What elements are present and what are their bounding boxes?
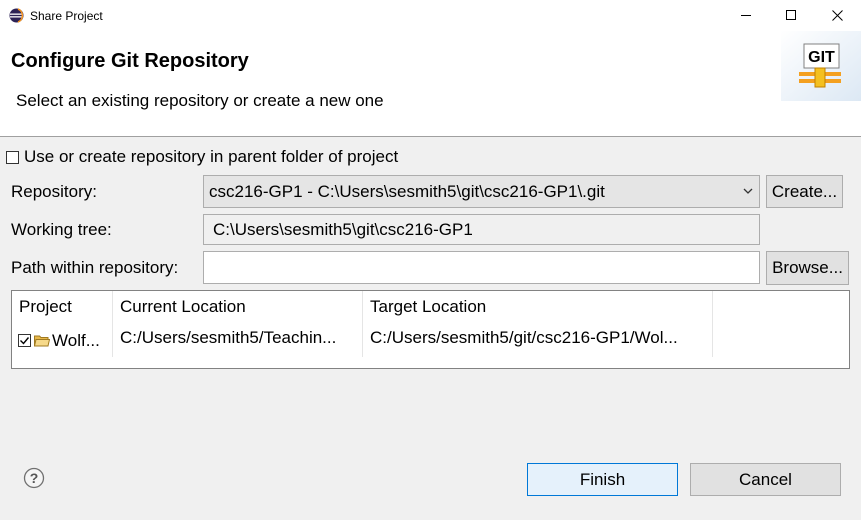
eclipse-icon — [9, 8, 24, 23]
parent-folder-checkbox[interactable] — [6, 150, 19, 164]
maximize-icon — [785, 10, 796, 20]
browse-button[interactable]: Browse... — [766, 251, 849, 285]
project-cell: Wolf... — [12, 324, 113, 357]
column-header-target-location[interactable]: Target Location — [363, 291, 713, 324]
target-location-cell: C:/Users/sesmith5/git/csc216-GP1/Wol... — [363, 324, 713, 357]
column-header-current-location[interactable]: Current Location — [113, 291, 363, 324]
parent-folder-checkbox-label: Use or create repository in parent folde… — [24, 147, 399, 166]
close-button[interactable] — [814, 0, 860, 31]
folder-icon — [34, 335, 50, 347]
repository-select-value: csc216-GP1 - C:\Users\sesmith5\git\csc21… — [209, 182, 605, 201]
git-logo-text: GIT — [808, 49, 835, 66]
repository-select[interactable]: csc216-GP1 - C:\Users\sesmith5\git\csc21… — [203, 175, 760, 208]
chevron-down-icon — [743, 188, 753, 194]
path-within-repository-label: Path within repository: — [11, 258, 179, 277]
column-header-project[interactable]: Project — [12, 291, 113, 324]
projects-table[interactable]: Project Current Location Target Location… — [11, 290, 850, 369]
page-subtitle: Select an existing repository or create … — [16, 91, 384, 110]
minimize-icon — [740, 15, 751, 16]
path-within-repository-input[interactable] — [203, 251, 760, 284]
project-name: Wolf... — [52, 330, 100, 350]
page-title: Configure Git Repository — [11, 50, 249, 72]
row-checkbox[interactable] — [18, 334, 31, 347]
current-location-cell: C:/Users/sesmith5/Teachin... — [113, 324, 363, 357]
minimize-button[interactable] — [723, 0, 769, 31]
close-icon — [831, 10, 843, 21]
window-title: Share Project — [30, 9, 103, 23]
parent-folder-option[interactable]: Use or create repository in parent folde… — [6, 147, 398, 167]
repository-label: Repository: — [11, 182, 97, 201]
working-tree-label: Working tree: — [11, 220, 112, 239]
maximize-button[interactable] — [768, 0, 814, 31]
cancel-button[interactable]: Cancel — [690, 463, 841, 496]
title-bar: Share Project — [0, 0, 861, 31]
git-logo: GIT — [781, 31, 861, 101]
finish-button[interactable]: Finish — [527, 463, 678, 496]
working-tree-field: C:\Users\sesmith5\git\csc216-GP1 — [203, 214, 760, 245]
create-repository-button[interactable]: Create... — [766, 175, 843, 208]
help-icon[interactable]: ? — [23, 467, 45, 489]
wizard-header: Configure Git Repository Select an exist… — [0, 31, 861, 137]
svg-text:?: ? — [30, 470, 39, 486]
